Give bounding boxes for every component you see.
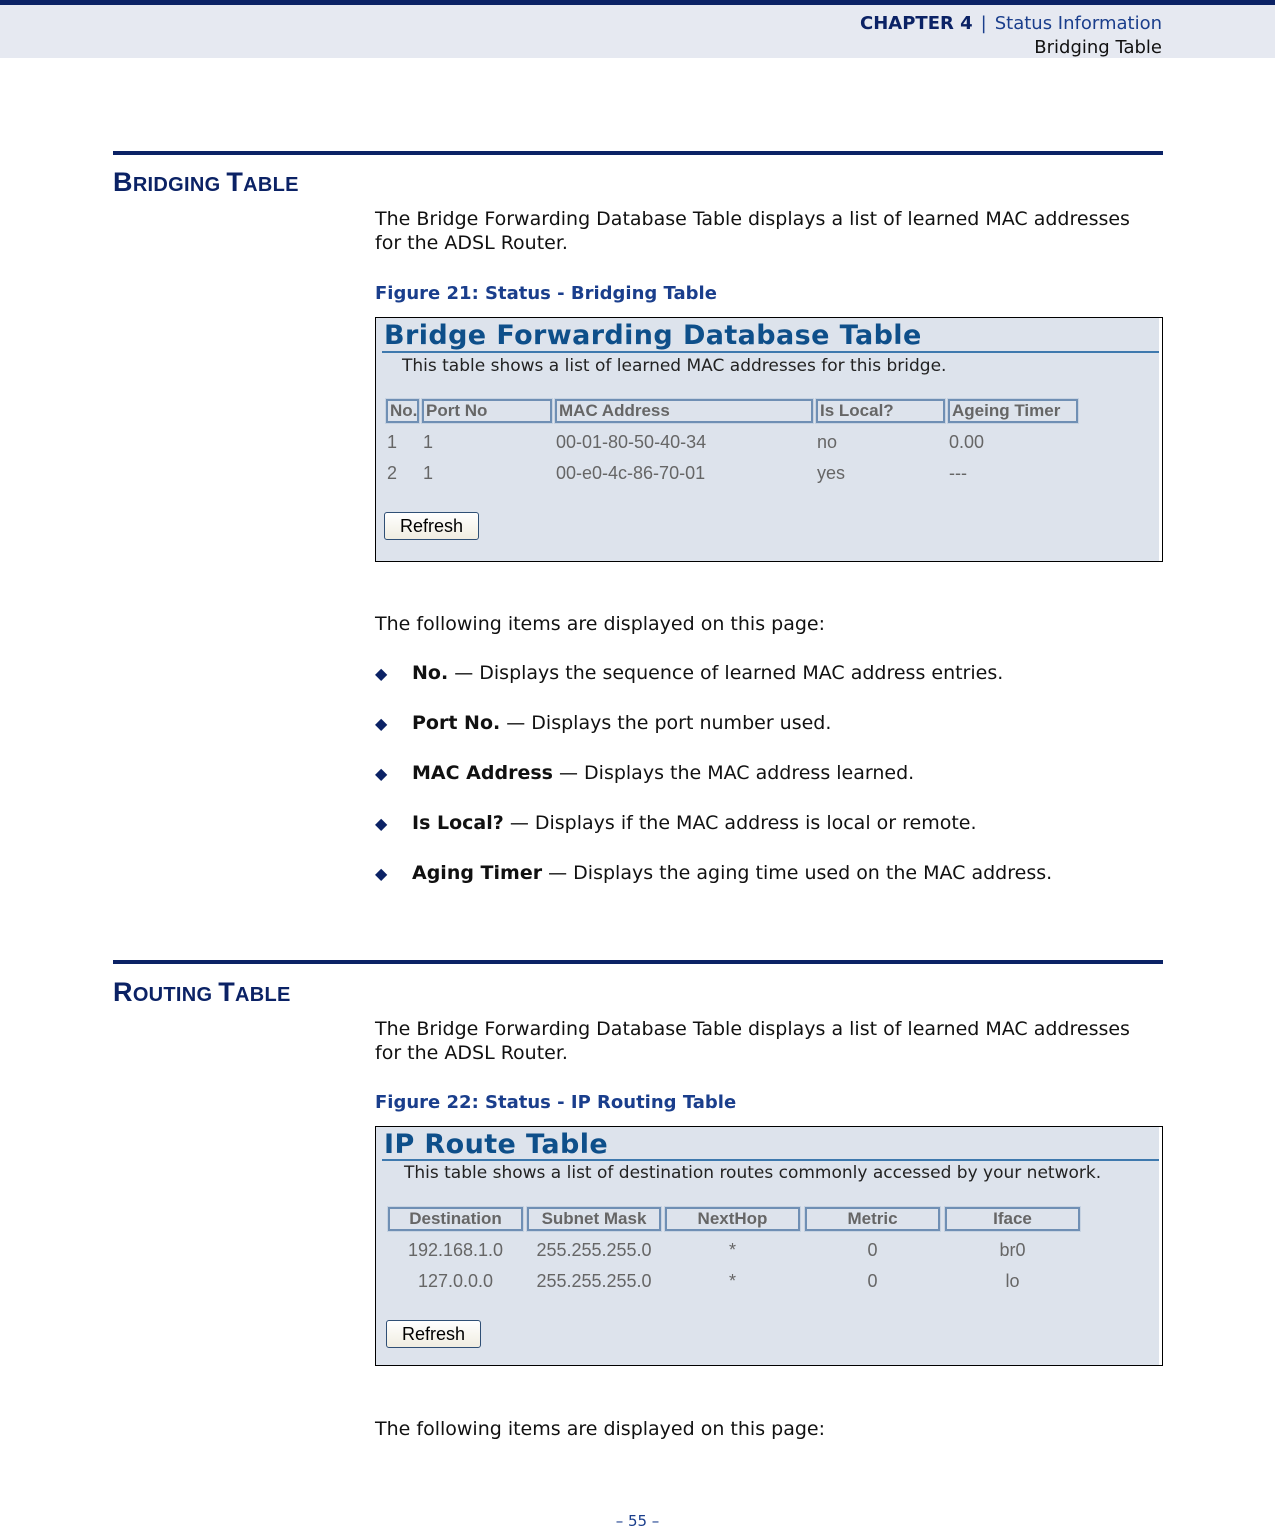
bridging-intro: The Bridge Forwarding Database Table dis… bbox=[375, 208, 1130, 254]
list-item-desc: — Displays the aging time used on the MA… bbox=[542, 862, 1053, 884]
figure-21-caption: Figure 21: Status - Bridging Table bbox=[375, 283, 717, 304]
title-part: OUTING bbox=[132, 984, 219, 1006]
list-item-desc: — Displays the sequence of learned MAC a… bbox=[448, 662, 1004, 684]
screenshot-subtitle: This table shows a list of destination r… bbox=[404, 1163, 1102, 1183]
list-item-port-no: ◆ Port No. — Displays the port number use… bbox=[375, 712, 831, 734]
refresh-button[interactable]: Refresh bbox=[386, 1320, 481, 1348]
bridging-items-intro: The following items are displayed on thi… bbox=[375, 613, 825, 635]
list-item-desc: — Displays the MAC address learned. bbox=[552, 762, 915, 784]
table-cell: 192.168.1.0 bbox=[407, 1240, 504, 1260]
column-header-destination: Destination bbox=[387, 1206, 524, 1232]
screenshot-title: IP Route Table bbox=[384, 1129, 609, 1160]
screenshot-subtitle: This table shows a list of learned MAC a… bbox=[402, 356, 947, 376]
screenshot-frame: IP Route Table This table shows a list o… bbox=[376, 1127, 1162, 1365]
table-cell: lo bbox=[1005, 1271, 1020, 1291]
column-header-is-local: Is Local? bbox=[815, 398, 946, 424]
table-cell: br0 bbox=[999, 1240, 1026, 1260]
table-cell: * bbox=[728, 1271, 736, 1291]
diamond-bullet-icon: ◆ bbox=[375, 764, 388, 783]
title-initial: B bbox=[113, 167, 133, 197]
table-cell: 00-01-80-50-40-34 bbox=[556, 432, 707, 452]
column-header-ageing-timer: Ageing Timer bbox=[947, 398, 1079, 424]
list-item-desc: — Displays the port number used. bbox=[500, 712, 832, 734]
table-cell: 1 bbox=[423, 432, 434, 452]
refresh-button[interactable]: Refresh bbox=[384, 512, 479, 540]
table-cell: 1 bbox=[387, 432, 398, 452]
section-title-routing: ROUTING TABLE bbox=[113, 977, 291, 1008]
list-item-no: ◆ No. — Displays the sequence of learned … bbox=[375, 662, 1003, 684]
routing-items-intro: The following items are displayed on thi… bbox=[375, 1418, 825, 1440]
diamond-bullet-icon: ◆ bbox=[375, 664, 388, 683]
table-cell: 255.255.255.0 bbox=[536, 1240, 652, 1260]
title-initial: T bbox=[218, 977, 236, 1007]
list-item-is-local: ◆ Is Local? — Displays if the MAC address… bbox=[375, 812, 977, 834]
screenshot-frame: Bridge Forwarding Database Table This ta… bbox=[376, 318, 1162, 561]
column-header-mac-address: MAC Address bbox=[554, 398, 814, 424]
page-number: – 55 – bbox=[615, 1512, 660, 1530]
figure-22-caption: Figure 22: Status - IP Routing Table bbox=[375, 1092, 737, 1113]
table-cell: 0.00 bbox=[949, 432, 985, 452]
bridge-forwarding-screenshot: Bridge Forwarding Database Table This ta… bbox=[375, 317, 1163, 562]
column-header-metric: Metric bbox=[804, 1206, 941, 1232]
routing-intro: The Bridge Forwarding Database Table dis… bbox=[375, 1018, 1130, 1064]
column-header-iface: Iface bbox=[944, 1206, 1081, 1232]
column-header-nexthop: NextHop bbox=[664, 1206, 801, 1232]
list-item-term: No. bbox=[412, 662, 449, 684]
screenshot-title-rule bbox=[382, 1159, 1159, 1161]
header-section: Status Information bbox=[994, 13, 1162, 34]
table-cell: * bbox=[728, 1240, 736, 1260]
table-cell: 0 bbox=[867, 1271, 878, 1291]
column-header-port-no: Port No bbox=[421, 398, 553, 424]
screenshot-title-rule bbox=[382, 351, 1159, 353]
section-rule-bridging bbox=[113, 151, 1163, 155]
section-rule-routing bbox=[113, 960, 1163, 964]
diamond-bullet-icon: ◆ bbox=[375, 714, 388, 733]
header-chapter: CHAPTER 4 bbox=[860, 13, 973, 34]
list-item-mac-address: ◆ MAC Address — Displays the MAC address … bbox=[375, 762, 914, 784]
column-header-no: No. bbox=[385, 398, 420, 424]
table-cell: --- bbox=[949, 463, 967, 483]
table-cell: 00-e0-4c-86-70-01 bbox=[556, 463, 706, 483]
title-initial: T bbox=[226, 167, 244, 197]
list-item-term: MAC Address bbox=[412, 762, 553, 784]
table-cell: 2 bbox=[387, 463, 398, 483]
running-header: CHAPTER 4 | Status Information Bridging Ta… bbox=[0, 0, 1275, 58]
column-header-subnet-mask: Subnet Mask bbox=[526, 1206, 662, 1232]
header-separator: | bbox=[980, 13, 987, 34]
section-title-bridging: BRIDGING TABLE bbox=[113, 167, 299, 198]
table-cell: yes bbox=[817, 463, 846, 483]
table-cell: no bbox=[817, 432, 838, 452]
list-item-aging-timer: ◆ Aging Timer — Displays the aging time u… bbox=[375, 862, 1052, 884]
list-item-desc: — Displays if the MAC address is local o… bbox=[503, 812, 977, 834]
diamond-bullet-icon: ◆ bbox=[375, 814, 388, 833]
title-part: ABLE bbox=[235, 984, 291, 1006]
table-cell: 1 bbox=[423, 463, 434, 483]
title-initial: R bbox=[113, 977, 133, 1007]
title-part: ABLE bbox=[243, 174, 299, 196]
list-item-term: Aging Timer bbox=[412, 862, 543, 884]
table-cell: 0 bbox=[867, 1240, 878, 1260]
table-cell: 255.255.255.0 bbox=[536, 1271, 652, 1291]
list-item-term: Port No. bbox=[412, 712, 501, 734]
ip-route-screenshot: IP Route Table This table shows a list o… bbox=[375, 1126, 1163, 1366]
diamond-bullet-icon: ◆ bbox=[375, 864, 388, 883]
list-item-term: Is Local? bbox=[412, 812, 504, 834]
table-cell: 127.0.0.0 bbox=[417, 1271, 494, 1291]
header-subsection: Bridging Table bbox=[1034, 37, 1162, 58]
screenshot-title: Bridge Forwarding Database Table bbox=[384, 320, 922, 351]
title-part: RIDGING bbox=[132, 174, 227, 196]
header-chapter-line: CHAPTER 4 | Status Information bbox=[860, 13, 1162, 34]
